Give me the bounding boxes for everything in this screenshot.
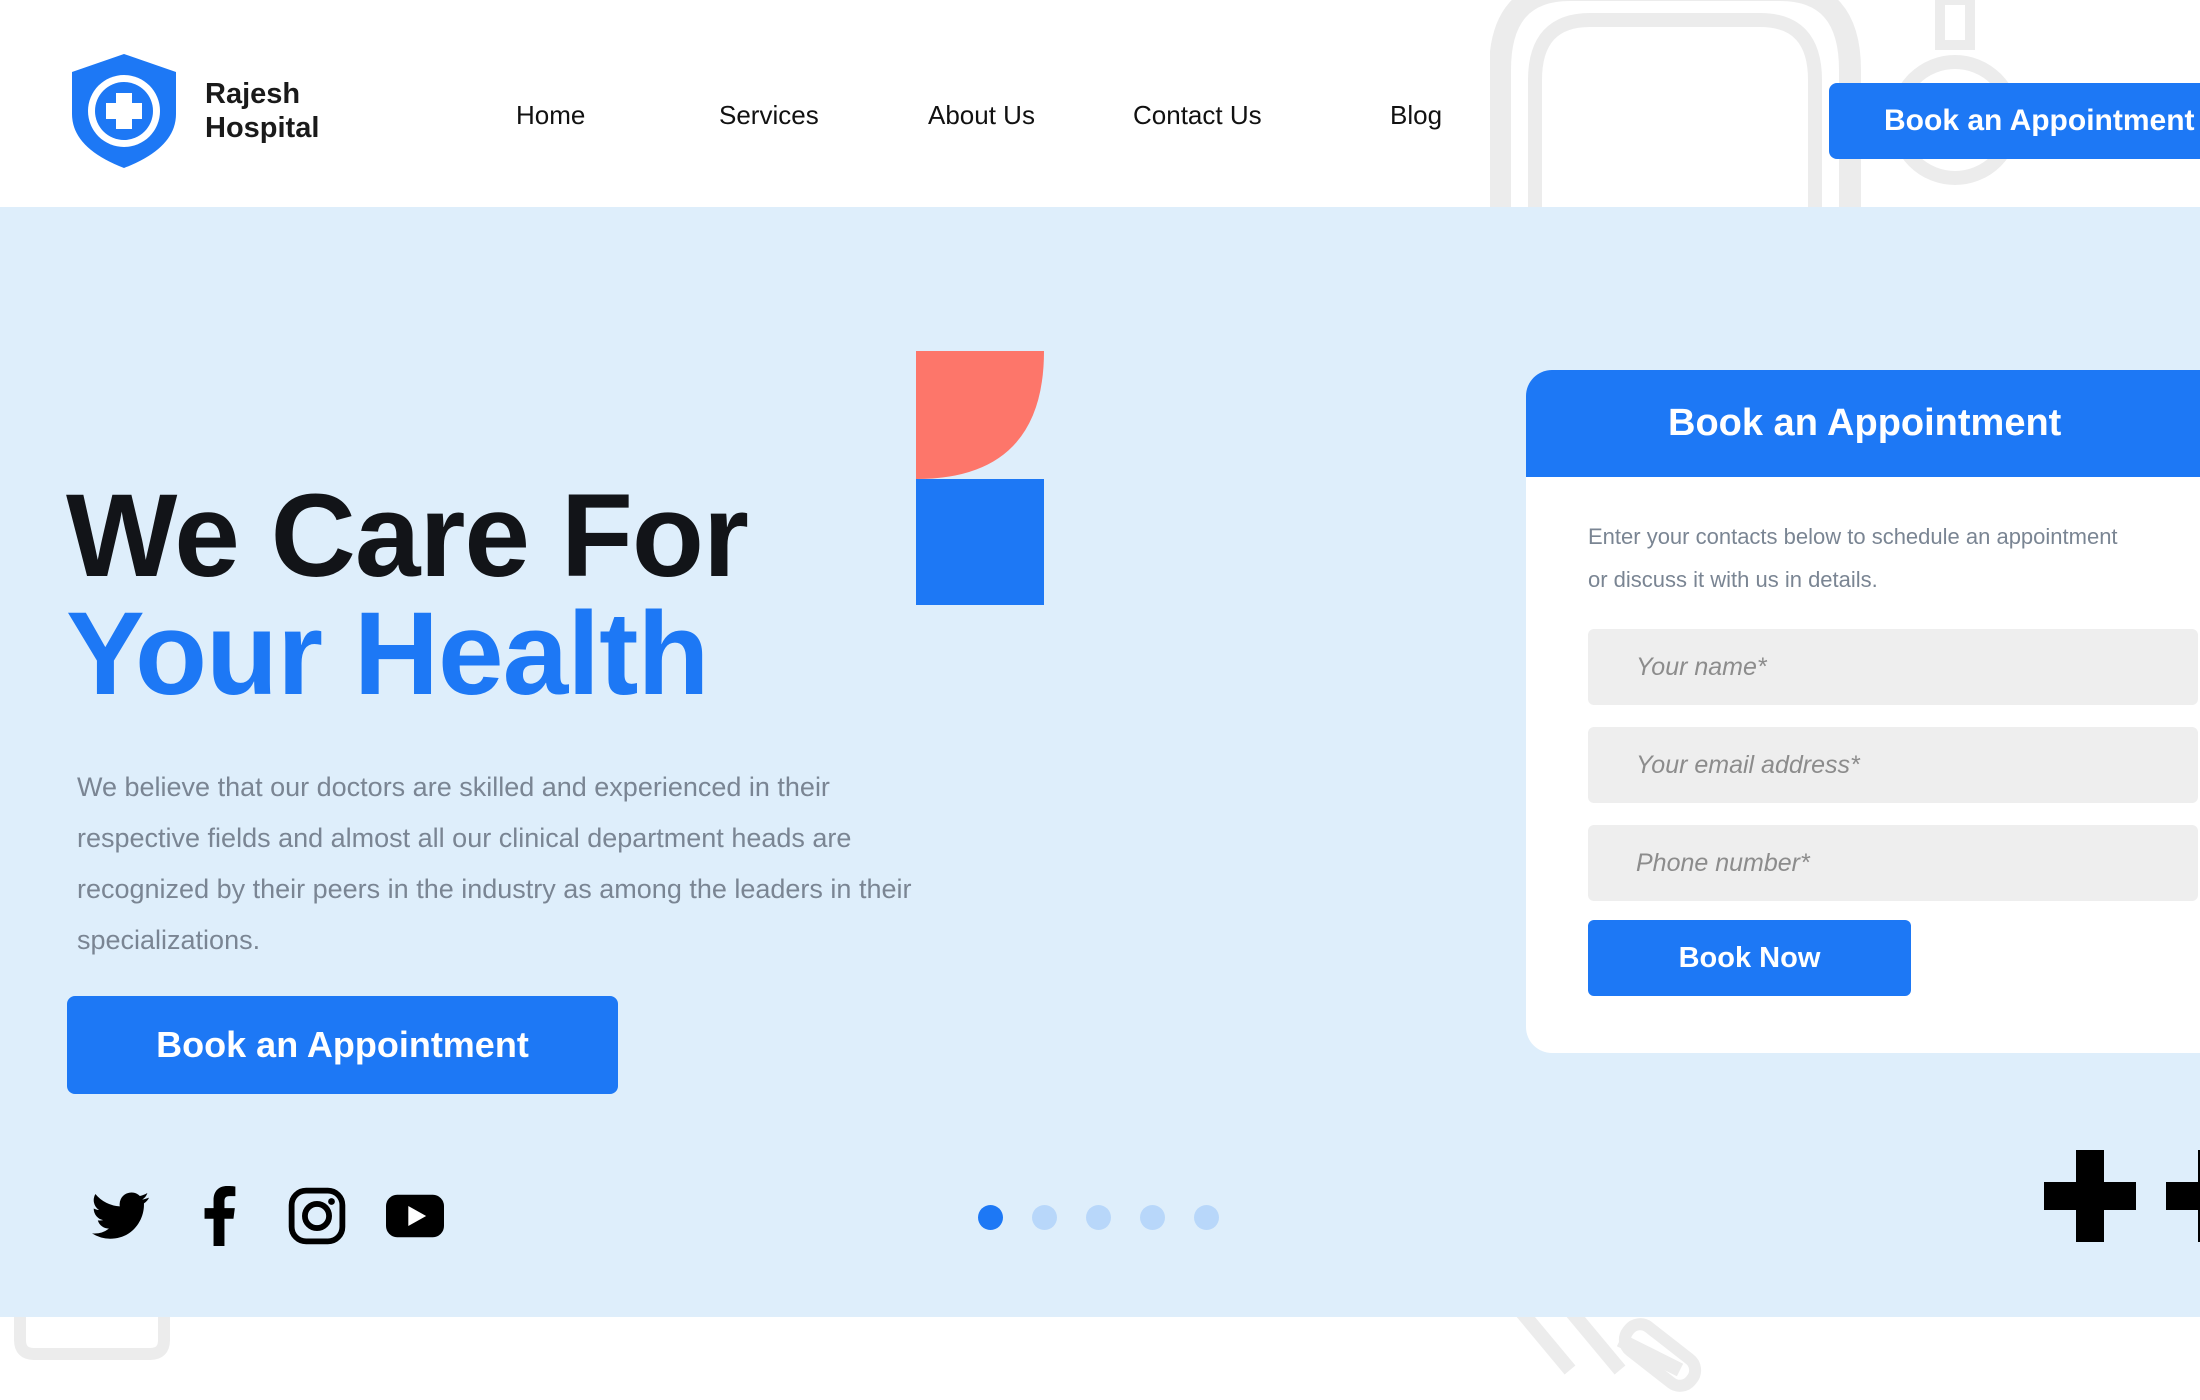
syringe-decoration-icon xyxy=(1514,1310,1702,1392)
nav-item-contact-us[interactable]: Contact Us xyxy=(1133,100,1262,131)
shield-cross-icon xyxy=(72,54,176,168)
hero-headline-line1: We Care For xyxy=(66,470,749,602)
hero-description: We believe that our doctors are skilled … xyxy=(77,772,912,955)
carousel-dot-3[interactable] xyxy=(1086,1205,1111,1230)
header-book-appointment-button[interactable]: Book an Appointment xyxy=(1829,83,2200,159)
email-field[interactable] xyxy=(1588,727,2198,803)
facebook-icon[interactable] xyxy=(190,1186,248,1246)
hero-section: We Care For Your Health We believe that … xyxy=(0,207,2200,1317)
appointment-form-subtitle-line2: or discuss it with us in details. xyxy=(1588,567,1878,592)
brand-name-line1: Rajesh xyxy=(205,78,301,110)
nav-item-about-us[interactable]: About Us xyxy=(928,100,1035,131)
appointment-form-subtitle-line1: Enter your contacts below to schedule an… xyxy=(1588,524,2118,549)
hero-headline-line2: Your Health xyxy=(66,588,709,720)
carousel-indicators xyxy=(978,1205,1219,1230)
nav-item-blog[interactable]: Blog xyxy=(1390,100,1442,131)
carousel-dot-2[interactable] xyxy=(1032,1205,1057,1230)
social-links xyxy=(92,1186,444,1246)
twitter-icon[interactable] xyxy=(92,1187,150,1245)
appointment-form-subtitle: Enter your contacts below to schedule an… xyxy=(1588,515,2200,601)
appointment-form-card: Book an Appointment Enter your contacts … xyxy=(1526,370,2200,1053)
nav-item-home[interactable]: Home xyxy=(516,100,585,131)
appointment-form-title: Book an Appointment xyxy=(1526,370,2200,477)
carousel-dot-4[interactable] xyxy=(1140,1205,1165,1230)
hero-book-appointment-button[interactable]: Book an Appointment xyxy=(67,996,618,1094)
carousel-dot-1[interactable] xyxy=(978,1205,1003,1230)
book-now-button[interactable]: Book Now xyxy=(1588,920,1911,996)
plus-decoration-icon xyxy=(2044,1150,2136,1242)
instagram-icon[interactable] xyxy=(288,1187,346,1245)
brand-name-line2: Hospital xyxy=(205,112,320,144)
brand-logo[interactable]: Rajesh Hospital xyxy=(69,52,365,170)
hero-headline: We Care For Your Health xyxy=(66,470,749,720)
carousel-dot-5[interactable] xyxy=(1194,1205,1219,1230)
name-field[interactable] xyxy=(1588,629,2198,705)
nav-item-services[interactable]: Services xyxy=(719,100,819,131)
geometric-accent-shape xyxy=(916,351,1044,605)
youtube-icon[interactable] xyxy=(386,1187,444,1245)
brand-name: Rajesh Hospital xyxy=(205,77,365,145)
clipboard-decoration-icon xyxy=(14,1310,170,1360)
plus-decoration-icon-2 xyxy=(2166,1150,2200,1242)
site-header: Rajesh Hospital Home Services About Us C… xyxy=(0,0,2200,207)
phone-field[interactable] xyxy=(1588,825,2198,901)
